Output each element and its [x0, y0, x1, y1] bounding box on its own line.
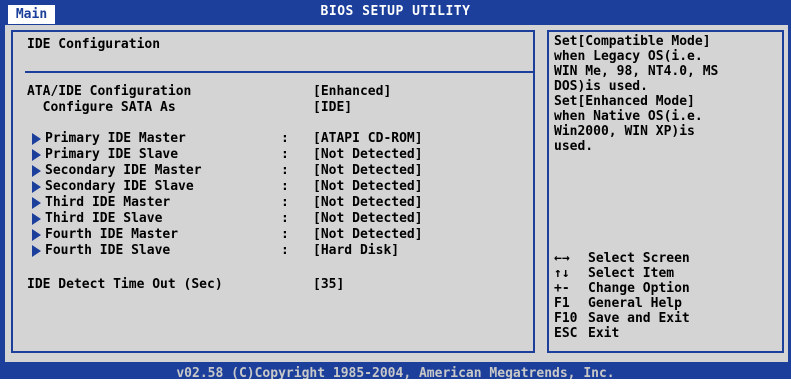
separator: :: [281, 211, 289, 226]
key-legend: ←→ Select Screen ↑↓ Select Item +- Chang…: [554, 251, 690, 341]
separator: :: [281, 227, 289, 242]
device-label: Primary IDE Master: [45, 131, 186, 146]
setting-value: [Enhanced]: [313, 84, 392, 99]
help-line: Win2000, WIN XP)is: [554, 124, 695, 139]
setting-label: IDE Detect Time Out (Sec): [27, 277, 223, 292]
help-line: WIN Me, 98, NT4.0, MS: [554, 64, 719, 79]
device-value: [ATAPI CD-ROM]: [313, 131, 423, 146]
key-row: F1 General Help: [554, 296, 682, 311]
help-line: Set[Enhanced Mode]: [554, 94, 695, 109]
submenu-arrow-icon: [32, 165, 41, 177]
setting-ide-detect-timeout[interactable]: IDE Detect Time Out (Sec) [35]: [27, 277, 344, 337]
app-title: BIOS SETUP UTILITY: [320, 4, 471, 19]
bios-screen: BIOS SETUP UTILITY Main IDE Configuratio…: [0, 0, 791, 379]
device-label: Fourth IDE Slave: [45, 243, 171, 258]
device-label: Third IDE Master: [45, 195, 171, 210]
separator: :: [281, 195, 289, 210]
up-down-arrow-icon: ↑↓: [554, 266, 570, 281]
help-line: Set[Compatible Mode]: [554, 34, 711, 49]
key-row: ←→ Select Screen: [554, 251, 690, 266]
separator: :: [281, 147, 289, 162]
device-label: Secondary IDE Slave: [45, 179, 194, 194]
key-row: +- Change Option: [554, 281, 690, 296]
key-desc: Select Screen: [588, 251, 690, 266]
setting-value: [IDE]: [313, 100, 353, 115]
key-desc: Change Option: [588, 281, 690, 296]
help-line: used.: [554, 139, 594, 154]
device-value: [Not Detected]: [313, 227, 423, 242]
key-symbol: F10: [554, 311, 578, 326]
device-label: Primary IDE Slave: [45, 147, 179, 162]
separator: :: [281, 131, 289, 146]
key-desc: General Help: [588, 296, 682, 311]
setting-value: [35]: [313, 277, 345, 292]
help-line: when Legacy OS(i.e.: [554, 49, 703, 64]
key-desc: Save and Exit: [588, 311, 690, 326]
setting-label: ATA/IDE Configuration: [27, 84, 192, 99]
section-divider: [25, 71, 535, 73]
key-symbol: F1: [554, 296, 570, 311]
separator: :: [281, 163, 289, 178]
device-value: [Hard Disk]: [313, 243, 400, 258]
key-desc: Select Item: [588, 266, 675, 281]
device-value: [Not Detected]: [313, 179, 423, 194]
left-right-arrow-icon: ←→: [554, 251, 570, 266]
separator: :: [281, 243, 289, 258]
key-symbol: ESC: [554, 326, 578, 341]
device-value: [Not Detected]: [313, 147, 423, 162]
submenu-arrow-icon: [32, 133, 41, 145]
copyright-text: v02.58 (C)Copyright 1985-2004, American …: [176, 366, 615, 379]
section-title: IDE Configuration: [27, 37, 161, 52]
device-value: [Not Detected]: [313, 163, 423, 178]
key-row: F10 Save and Exit: [554, 311, 690, 326]
device-label: Secondary IDE Master: [45, 163, 202, 178]
device-label: Fourth IDE Master: [45, 227, 179, 242]
submenu-arrow-icon: [32, 213, 41, 225]
key-row: ↑↓ Select Item: [554, 266, 674, 281]
device-value: [Not Detected]: [313, 211, 423, 226]
submenu-arrow-icon: [32, 245, 41, 257]
submenu-arrow-icon: [32, 181, 41, 193]
submenu-arrow-icon: [32, 229, 41, 241]
submenu-arrow-icon: [32, 197, 41, 209]
tab-main[interactable]: Main: [8, 5, 55, 24]
setting-label: Configure SATA As: [27, 100, 176, 115]
separator: :: [281, 179, 289, 194]
submenu-arrow-icon: [32, 149, 41, 161]
title-bar: BIOS SETUP UTILITY Main: [0, 0, 791, 24]
key-symbol: +-: [554, 281, 570, 296]
key-desc: Exit: [588, 326, 620, 341]
device-label: Third IDE Slave: [45, 211, 163, 226]
footer-bar: v02.58 (C)Copyright 1985-2004, American …: [0, 362, 791, 379]
device-value: [Not Detected]: [313, 195, 423, 210]
help-line: when Native OS(i.e.: [554, 109, 703, 124]
help-line: DOS)is used.: [554, 79, 648, 94]
key-row: ESC Exit: [554, 326, 619, 341]
help-text: Set[Compatible Mode] when Legacy OS(i.e.…: [554, 34, 718, 154]
